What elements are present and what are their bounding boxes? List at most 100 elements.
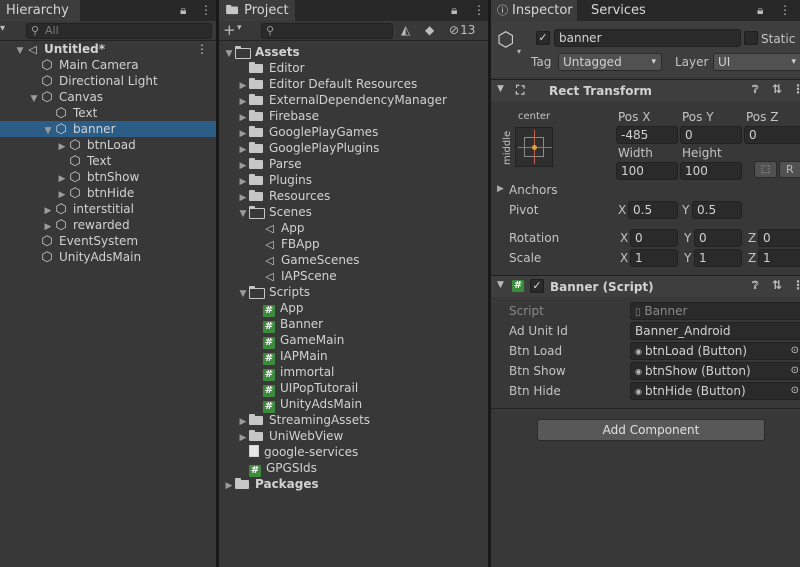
height-field[interactable]: 100 <box>680 162 742 180</box>
rotation-y-field[interactable]: 0 <box>694 229 742 247</box>
hierarchy-item[interactable]: ⬡ Text <box>0 153 216 169</box>
project-item[interactable]: ▼ Scenes <box>219 204 488 220</box>
component-menu-icon[interactable]: ⋮ <box>792 82 800 96</box>
hierarchy-item[interactable]: ⬡ Directional Light <box>0 73 216 89</box>
rotation-z-field[interactable]: 0 <box>758 229 800 247</box>
project-item[interactable]: # IAPMain <box>219 348 488 365</box>
project-item[interactable]: ◁ App <box>219 220 488 236</box>
object-name-field[interactable]: banner <box>554 29 741 47</box>
add-asset-icon[interactable]: + <box>223 21 236 39</box>
hierarchy-item[interactable]: ▶ ⬡ interstitial <box>0 201 216 217</box>
rotation-x-field[interactable]: 0 <box>630 229 678 247</box>
project-item[interactable]: ▶ ExternalDependencyManager <box>219 92 488 108</box>
help-icon[interactable]: ❔︎ <box>752 279 759 293</box>
hierarchy-item[interactable]: ▶ ⬡ rewarded <box>0 217 216 233</box>
filter-by-type-icon[interactable]: ◭ <box>401 23 410 37</box>
kebab-menu-icon[interactable]: ⋮ <box>200 3 212 17</box>
banner-script-header[interactable]: ▼ # ✓ Banner (Script) ❔︎ ⇅ ⋮ <box>491 275 800 297</box>
project-item[interactable]: ▶ Firebase <box>219 108 488 124</box>
project-item[interactable]: ▶ UniWebView <box>219 428 488 444</box>
raw-edit-button[interactable]: R <box>779 161 800 178</box>
tab-services[interactable]: Services <box>583 0 653 21</box>
project-item[interactable]: # GPGSIds <box>219 460 488 477</box>
btn-hide-field[interactable]: btnHide (Button) ⊙ <box>630 382 800 400</box>
project-item[interactable]: ▶ Resources <box>219 188 488 204</box>
blueprint-mode-button[interactable]: ⬚ <box>754 161 777 178</box>
project-item[interactable]: google-services <box>219 444 488 460</box>
project-item[interactable]: # App <box>219 300 488 317</box>
tab-inspector[interactable]: ⓘ Inspector <box>491 0 577 21</box>
project-item[interactable]: ▶ Editor Default Resources <box>219 76 488 92</box>
pivot-x-field[interactable]: 0.5 <box>628 201 678 219</box>
anchors-label[interactable]: Anchors <box>509 182 558 198</box>
btn-show-field[interactable]: btnShow (Button) ⊙ <box>630 362 800 380</box>
pos-y-field[interactable]: 0 <box>680 126 742 144</box>
project-item[interactable]: ▶ GooglePlayPlugins <box>219 140 488 156</box>
pos-x-field[interactable]: -485 <box>616 126 678 144</box>
btn-load-field[interactable]: btnLoad (Button) ⊙ <box>630 342 800 360</box>
component-menu-icon[interactable]: ⋮ <box>792 278 800 292</box>
pos-z-field[interactable]: 0 <box>744 126 800 144</box>
hierarchy-item[interactable]: ▼ ⬡ Canvas <box>0 89 216 105</box>
scene-menu-icon[interactable]: ⋮ <box>196 41 208 57</box>
object-picker-icon[interactable]: ⊙ <box>791 383 799 399</box>
hierarchy-item[interactable]: ⬡ Text <box>0 105 216 121</box>
banner-enabled-checkbox[interactable]: ✓ <box>530 279 544 293</box>
project-item[interactable]: ▼ Scripts <box>219 284 488 300</box>
hierarchy-item[interactable]: ▶ ⬡ btnShow <box>0 169 216 185</box>
filter-by-label-icon[interactable]: ◆ <box>425 23 434 37</box>
project-item[interactable]: ▶ StreamingAssets <box>219 412 488 428</box>
anchor-presets-button[interactable] <box>515 127 553 167</box>
lock-icon[interactable]: 🔒︎ <box>451 3 457 18</box>
tab-hierarchy[interactable]: Hierarchy <box>0 0 80 21</box>
lock-icon[interactable]: 🔒︎ <box>180 3 186 18</box>
hierarchy-item[interactable]: ⬡ Main Camera <box>0 57 216 73</box>
ad-unit-id-field[interactable]: Banner_Android <box>630 322 800 340</box>
create-dropdown-icon[interactable]: ▾ <box>0 23 5 34</box>
project-search-input[interactable]: ⚲ <box>261 23 393 39</box>
project-item[interactable]: # UnityAdsMain <box>219 396 488 413</box>
object-active-checkbox[interactable]: ✓ <box>536 31 550 45</box>
tab-project[interactable]: Project <box>219 0 295 21</box>
lock-icon[interactable]: 🔒︎ <box>757 3 763 18</box>
collapsed-arrow-icon[interactable]: ▶ <box>223 478 235 494</box>
hierarchy-item[interactable]: ▼ ⬡ banner <box>0 121 216 137</box>
project-item[interactable]: ◁ IAPScene <box>219 268 488 284</box>
chevron-down-icon[interactable]: ▾ <box>517 47 521 56</box>
scale-z-field[interactable]: 1 <box>758 249 800 267</box>
kebab-menu-icon[interactable]: ⋮ <box>779 3 791 17</box>
hierarchy-search-input[interactable]: ⚲ All <box>26 23 212 39</box>
hierarchy-item[interactable]: ▼ ◁ Untitled* ⋮ <box>0 41 216 57</box>
project-item[interactable]: ▶ GooglePlayGames <box>219 124 488 140</box>
project-item[interactable]: Editor <box>219 60 488 76</box>
project-item[interactable]: ◁ GameScenes <box>219 252 488 268</box>
anchors-foldout-icon[interactable]: ▶ <box>497 184 504 194</box>
project-item[interactable]: # GameMain <box>219 332 488 349</box>
hierarchy-item[interactable]: ⬡ EventSystem <box>0 233 216 249</box>
project-item[interactable]: ▶ Plugins <box>219 172 488 188</box>
scale-y-field[interactable]: 1 <box>694 249 742 267</box>
hierarchy-item[interactable]: ▶ ⬡ btnLoad <box>0 137 216 153</box>
hierarchy-item[interactable]: ▶ ⬡ btnHide <box>0 185 216 201</box>
object-picker-icon[interactable]: ⊙ <box>791 343 799 359</box>
help-icon[interactable]: ❔︎ <box>752 83 759 97</box>
chevron-down-icon[interactable]: ▾ <box>237 23 242 33</box>
project-item[interactable]: # immortal <box>219 364 488 381</box>
hidden-packages-icon[interactable]: ⊘13 <box>449 23 475 37</box>
project-item[interactable]: ▶ Packages <box>219 476 488 492</box>
scale-x-field[interactable]: 1 <box>630 249 678 267</box>
static-checkbox[interactable] <box>744 31 758 45</box>
width-field[interactable]: 100 <box>616 162 678 180</box>
kebab-menu-icon[interactable]: ⋮ <box>473 3 485 17</box>
pivot-y-field[interactable]: 0.5 <box>692 201 742 219</box>
project-item[interactable]: ◁ FBApp <box>219 236 488 252</box>
rect-transform-header[interactable]: ▼ ⛶ Rect Transform ❔︎ ⇅ ⋮ <box>491 79 800 101</box>
object-picker-icon[interactable]: ⊙ <box>791 363 799 379</box>
tag-dropdown[interactable]: Untagged ▾ <box>558 53 662 71</box>
presets-icon[interactable]: ⇅ <box>772 278 782 292</box>
project-item[interactable]: ▼ Assets <box>219 44 488 60</box>
presets-icon[interactable]: ⇅ <box>772 82 782 96</box>
project-item[interactable]: # Banner <box>219 316 488 333</box>
project-item[interactable]: # UIPopTutorail <box>219 380 488 397</box>
layer-dropdown[interactable]: UI ▾ <box>713 53 800 71</box>
